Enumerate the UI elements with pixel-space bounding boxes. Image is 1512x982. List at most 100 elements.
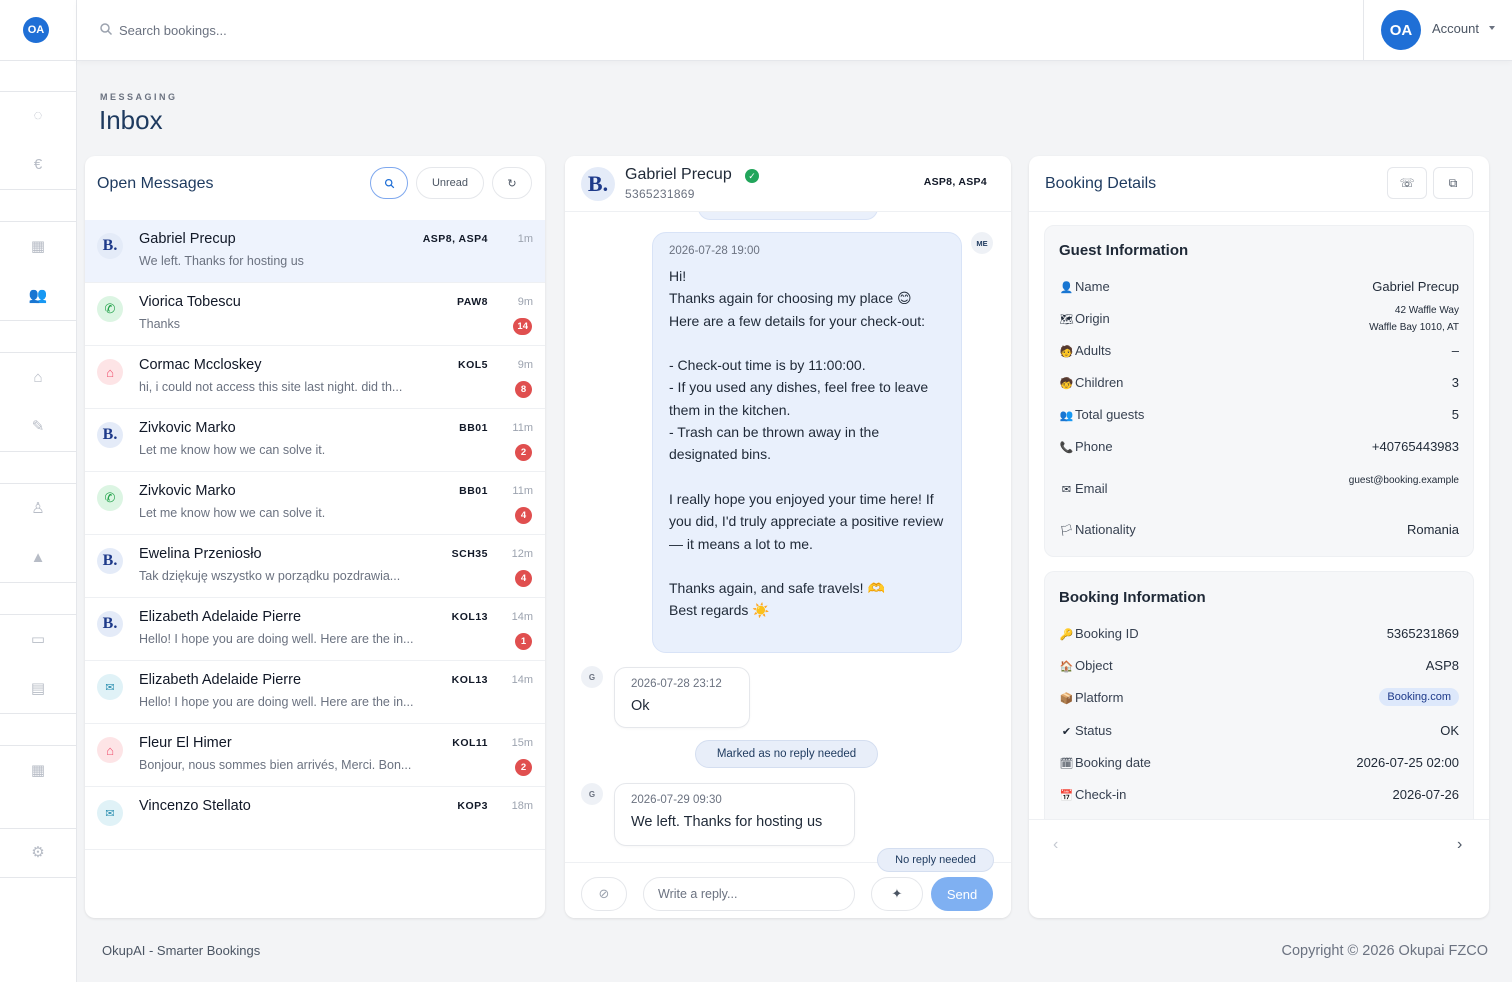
detail-value: 5365231869 [1386,626,1459,641]
message-text: Ok [631,698,650,714]
home-icon[interactable]: ⌂ [28,367,48,387]
message-list-item[interactable]: B. Elizabeth Adelaide Pierre Hello! I hope… [85,598,545,661]
sidebar-divider [0,91,77,92]
detail-value: 2026-07-25 02:00 [1356,755,1459,770]
detail-value: OK [1440,723,1459,738]
refresh-button[interactable]: ↻ [492,167,532,199]
unread-count-badge: 1 [515,633,532,650]
detail-row-phone: 📞 Phone +40765443983 [1059,438,1459,458]
detail-value[interactable]: +40765443983 [1372,439,1459,454]
conversation-guest-name[interactable]: Gabriel Precup [625,166,732,184]
footer-copyright: Copyright © 2026 Okupai FZCO [1281,943,1488,959]
message-time: 18m [511,800,533,812]
name-icon: 👤 [1059,282,1074,294]
channel-airbnb-icon: ⌂ [97,359,123,385]
user-edit-icon[interactable]: ✎ [28,416,48,436]
message-preview: Thanks [139,317,180,331]
calendar-icon[interactable]: ▦ [28,760,48,780]
chevron-down-icon[interactable] [1489,26,1495,30]
detail-row-name: 👤 Name Gabriel Precup [1059,278,1459,298]
chevron-left-icon[interactable]: ‹ [1053,836,1058,854]
send-button[interactable]: Send [931,877,993,911]
detail-value: 3 [1451,375,1459,390]
message-list-item[interactable]: B. Gabriel Precup We left. Thanks for host… [85,220,545,283]
users-icon[interactable]: 👥 [28,285,48,305]
message-list-item[interactable]: ✆ Viorica Tobescu Thanks PAW8 9m 14 [85,283,545,346]
open-external-button[interactable]: ⧉ [1433,167,1473,199]
message-list-item[interactable]: ✉ Vincenzo Stellato KOP3 18m [85,787,545,850]
detail-label: Total guests [1075,407,1145,422]
sidebar-divider [0,352,77,353]
sidebar-divider [0,483,77,484]
detail-value[interactable]: guest@booking.example [1349,472,1459,489]
euro-icon[interactable]: € [28,154,48,174]
platform-icon: 📦 [1059,693,1074,705]
unread-count-badge: 4 [515,570,532,587]
sidebar-divider [0,221,77,222]
message-list-item[interactable]: ✆ Zivkovic Marko Let me know how we can so… [85,472,545,535]
message-text: Hi! Thanks again for choosing my place 😊… [669,268,944,619]
unread-count-badge: 14 [513,318,532,335]
attach-button[interactable]: ⊘ [581,877,627,911]
message-preview: Let me know how we can solve it. [139,506,326,520]
refresh-icon: ↻ [507,177,517,190]
message-list-item[interactable]: B. Ewelina Przeniosło Tak dziękuję wszystk… [85,535,545,598]
message-list-item[interactable]: ⌂ Fleur El Himer Bonjour, nous sommes bien… [85,724,545,787]
warning-icon[interactable]: ▲ [28,547,48,567]
channel-booking-icon: B. [97,548,123,574]
inbox-tray-icon[interactable]: ▭ [28,629,48,649]
email-icon: ✉ [1061,484,1072,496]
unread-count-badge: 2 [515,759,532,776]
detail-label: Status [1075,723,1112,738]
detail-label: Name [1075,279,1110,294]
open-messages-card: Open Messages Unread ↻ B. Gabriel Precup W… [85,156,545,918]
message-guest-name: Zivkovic Marko [139,420,236,436]
refresh-icon[interactable]: ◌ [28,105,48,125]
message-list-item[interactable]: B. Zivkovic Marko Let me know how we can s… [85,409,545,472]
sidebar-divider [0,582,77,583]
sender-me-badge: ME [971,232,993,254]
app-logo[interactable]: OA [23,17,49,43]
nationality-icon: 🏳 [1059,525,1074,537]
search-input[interactable] [119,18,419,42]
message-time: 9m [517,296,533,308]
chat-icon[interactable]: ▤ [28,678,48,698]
detail-label: Booking ID [1075,626,1139,641]
building-icon[interactable]: ▦ [28,236,48,256]
settings-icon[interactable]: ⚙ [28,842,48,862]
message-timestamp: 2026-07-29 09:30 [631,794,722,806]
detail-value: – [1451,343,1459,358]
message-list-item[interactable]: ⌂ Cormac Mccloskey hi, i could not access … [85,346,545,409]
guest-information-title: Guest Information [1059,242,1189,259]
no-reply-needed-button[interactable]: No reply needed [877,848,994,872]
booking-details-title: Booking Details [1045,175,1157,192]
message-time: 12m [511,548,533,560]
message-guest-name: Zivkovic Marko [139,483,236,499]
detail-row-status: ✔ Status OK [1059,722,1459,742]
sparkle-icon: ✦ [891,886,903,901]
booking-information-title: Booking Information [1059,589,1206,606]
channel-whatsapp-icon: ✆ [97,296,123,322]
search-messages-button[interactable] [370,167,408,199]
channel-booking-icon: B. [97,422,123,448]
message-list: B. Gabriel Precup We left. Thanks for host… [85,220,545,850]
unread-count-badge: 8 [515,381,532,398]
unread-filter-button[interactable]: Unread [416,167,484,199]
detail-row-check-in: 📅 Check-in 2026-07-26 [1059,786,1459,806]
message-property-code: ASP8, ASP4 [422,233,488,245]
call-button[interactable]: ☏ [1387,167,1427,199]
account-menu[interactable]: Account [1432,21,1479,36]
detail-value: 42 Waffle Way Waffle Bay 1010, AT [1369,305,1459,333]
chevron-right-icon[interactable]: › [1457,836,1462,854]
incoming-message-bubble: 2026-07-29 09:30 We left. Thanks for hos… [614,783,855,846]
avatar[interactable]: OA [1381,10,1421,50]
sidebar-divider [0,451,77,452]
reply-input[interactable] [643,877,855,911]
conversation-booking-id: 5365231869 [625,187,695,201]
channel-booking-icon: B. [97,611,123,637]
user-tie-icon[interactable]: ♙ [28,498,48,518]
children-icon: 🧒 [1059,378,1074,390]
ai-suggest-button[interactable]: ✦ [871,877,923,911]
message-list-item[interactable]: ✉ Elizabeth Adelaide Pierre Hello! I hope … [85,661,545,724]
channel-email-icon: ✉ [97,674,123,700]
